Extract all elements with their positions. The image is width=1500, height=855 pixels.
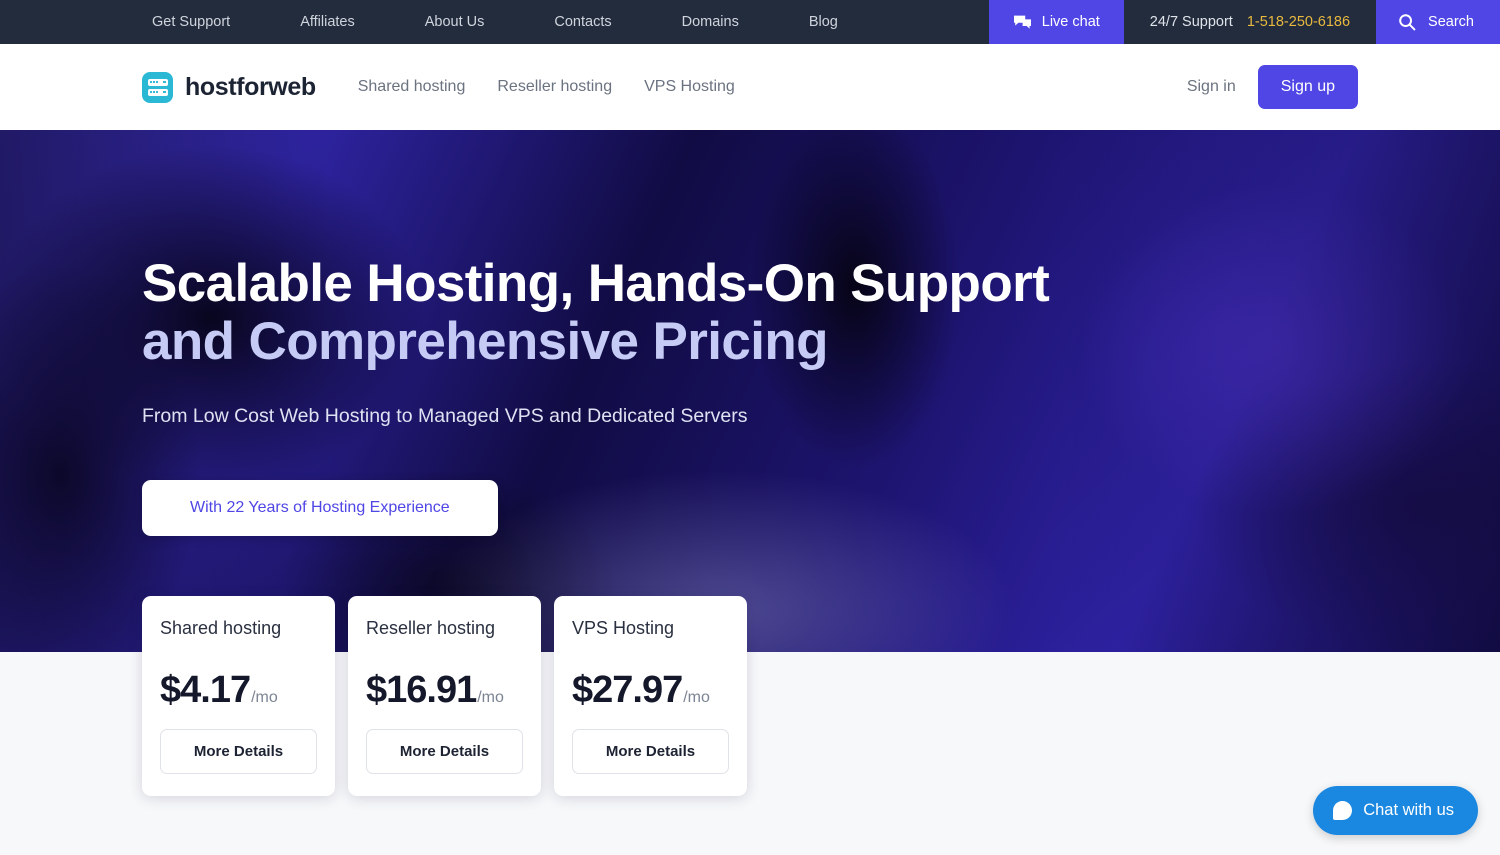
hero-content: Scalable Hosting, Hands-On Support and C… (0, 130, 1500, 536)
top-link-about-us[interactable]: About Us (390, 0, 520, 44)
hero-title-line2: and Comprehensive Pricing (142, 312, 829, 372)
nav-vps-hosting[interactable]: VPS Hosting (628, 78, 751, 96)
card-price: $16.91 (366, 669, 477, 711)
card-title: Shared hosting (160, 618, 282, 638)
search-label: Search (1428, 14, 1474, 30)
hero-title: Scalable Hosting, Hands-On Support and C… (142, 130, 1358, 372)
support-info: 24/7 Support 1-518-250-6186 (1123, 0, 1377, 44)
card-price-row: $27.97 /mo (572, 669, 729, 712)
utility-top-bar: Get Support Affiliates About Us Contacts… (0, 0, 1500, 44)
hero-section: Scalable Hosting, Hands-On Support and C… (0, 130, 1500, 652)
more-details-button[interactable]: More Details (572, 729, 729, 774)
more-details-button[interactable]: More Details (160, 729, 317, 774)
card-title: Reseller hosting (366, 618, 496, 638)
chat-with-us-widget[interactable]: Chat with us (1313, 786, 1478, 835)
card-title: VPS Hosting (572, 618, 675, 638)
pricing-card-list: Shared hosting $4.17 /mo More Details Re… (142, 596, 747, 796)
support-phone-link[interactable]: 1-518-250-6186 (1247, 14, 1350, 30)
main-navigation: Shared hosting Reseller hosting VPS Host… (342, 78, 751, 96)
card-price-row: $4.17 /mo (160, 669, 317, 712)
card-price-period: /mo (251, 689, 278, 706)
brand-name: hostforweb (185, 72, 316, 101)
header-actions: Sign in Sign up (1187, 65, 1358, 109)
hero-title-line1: Scalable Hosting, Hands-On Support (142, 254, 1050, 313)
top-bar-links: Get Support Affiliates About Us Contacts… (142, 0, 873, 44)
server-rack-icon (142, 71, 173, 103)
live-chat-button[interactable]: Live chat (988, 0, 1124, 44)
top-link-blog[interactable]: Blog (774, 0, 873, 44)
nav-shared-hosting[interactable]: Shared hosting (342, 78, 482, 96)
card-price: $27.97 (572, 669, 683, 711)
card-price: $4.17 (160, 669, 251, 711)
pricing-card-shared-hosting[interactable]: Shared hosting $4.17 /mo More Details (142, 596, 335, 796)
search-icon (1398, 13, 1416, 31)
card-price-period: /mo (683, 689, 710, 706)
chat-bubbles-icon (1013, 14, 1032, 30)
page-root: Get Support Affiliates About Us Contacts… (0, 0, 1500, 855)
top-link-domains[interactable]: Domains (647, 0, 774, 44)
top-bar-spacer (873, 0, 989, 44)
search-button[interactable]: Search (1376, 0, 1500, 44)
sign-up-button[interactable]: Sign up (1257, 65, 1358, 109)
live-chat-label: Live chat (1041, 14, 1100, 30)
chat-widget-label: Chat with us (1363, 801, 1454, 819)
experience-badge-button[interactable]: With 22 Years of Hosting Experience (142, 479, 498, 536)
more-details-button[interactable]: More Details (366, 729, 523, 774)
top-link-contacts[interactable]: Contacts (519, 0, 646, 44)
nav-reseller-hosting[interactable]: Reseller hosting (481, 78, 628, 96)
brand-logo[interactable]: hostforweb (142, 71, 316, 103)
chat-bubble-icon (1333, 801, 1353, 820)
pricing-card-vps-hosting[interactable]: VPS Hosting $27.97 /mo More Details (554, 596, 747, 796)
sign-in-link[interactable]: Sign in (1187, 78, 1236, 96)
hero-subtitle: From Low Cost Web Hosting to Managed VPS… (142, 404, 748, 427)
card-price-row: $16.91 /mo (366, 669, 523, 712)
pricing-card-reseller-hosting[interactable]: Reseller hosting $16.91 /mo More Details (348, 596, 541, 796)
support-label: 24/7 Support (1149, 14, 1233, 30)
top-link-get-support[interactable]: Get Support (142, 0, 265, 44)
card-price-period: /mo (477, 689, 504, 706)
top-link-affiliates[interactable]: Affiliates (265, 0, 390, 44)
site-header: hostforweb Shared hosting Reseller hosti… (0, 44, 1500, 130)
